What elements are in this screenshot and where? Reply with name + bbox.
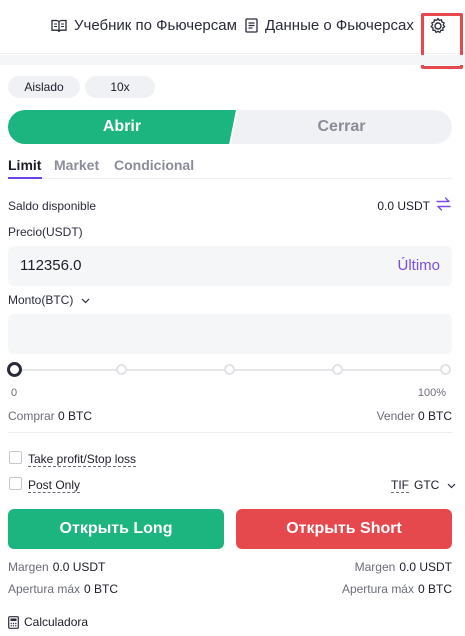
- long-margin-label: Margen: [8, 560, 49, 574]
- short-margin-value: 0.0 USDT: [399, 560, 452, 574]
- amount-label: Monto(BTC): [8, 293, 74, 307]
- futures-tutorial-link[interactable]: Учебник по Фьючерсам: [51, 17, 237, 34]
- slider-mark-25[interactable]: [116, 364, 127, 375]
- long-max-open-value: 0 BTC: [84, 582, 119, 596]
- last-price-button[interactable]: Último: [397, 257, 440, 274]
- divider: [8, 432, 452, 433]
- slider-max-label: 100%: [417, 387, 446, 399]
- chevron-down-icon: [81, 298, 90, 304]
- calculator-icon: [8, 615, 19, 629]
- open-tab[interactable]: Abrir: [8, 110, 236, 144]
- tif-selector[interactable]: GTC: [414, 478, 456, 492]
- section-divider: [0, 55, 465, 65]
- leverage-button[interactable]: 10x: [85, 76, 155, 98]
- open-long-button[interactable]: Открыть Long: [8, 509, 224, 549]
- tab-conditional[interactable]: Condicional: [114, 157, 194, 173]
- short-margin-label: Margen: [354, 560, 396, 574]
- open-short-button[interactable]: Открыть Short: [236, 509, 452, 549]
- post-only-label[interactable]: Post Only: [28, 478, 81, 493]
- long-max-open: Apertura máx 0 BTC: [8, 582, 118, 596]
- close-tab[interactable]: Cerrar: [231, 110, 452, 144]
- price-value: 112356.0: [20, 257, 82, 274]
- tpsl-label[interactable]: Take profit/Stop loss: [28, 452, 137, 467]
- post-only-checkbox[interactable]: [9, 477, 22, 490]
- long-margin-value: 0.0 USDT: [52, 560, 106, 574]
- tab-limit[interactable]: Limit: [8, 157, 41, 173]
- active-tab-indicator: [8, 177, 42, 179]
- tpsl-checkbox[interactable]: [9, 451, 22, 464]
- tif-label: TIF: [391, 478, 409, 493]
- top-bar: Учебник по Фьючерсам Данные о Фьючерсах: [0, 0, 465, 69]
- futures-data-label: Данные о Фьючерсах: [265, 17, 414, 34]
- margin-mode-button[interactable]: Aislado: [8, 76, 80, 98]
- slider-min-label: 0: [11, 387, 18, 399]
- document-icon: [245, 18, 258, 33]
- open-close-toggle: Cerrar Abrir: [8, 110, 452, 144]
- price-label: Precio(USDT): [8, 225, 83, 239]
- long-margin: Margen 0.0 USDT: [8, 560, 105, 574]
- long-max-open-label: Apertura máx: [8, 582, 81, 596]
- futures-tutorial-label: Учебник по Фьючерсам: [74, 17, 237, 34]
- sell-label: Vender: [376, 409, 415, 423]
- calculator-button[interactable]: Calculadora: [8, 615, 88, 629]
- sell-amount: Vender 0 BTC: [377, 409, 452, 423]
- short-max-open-label: Apertura máx: [341, 582, 414, 596]
- sell-value: 0 BTC: [417, 409, 452, 423]
- price-input[interactable]: 112356.0 Último: [8, 246, 452, 286]
- amount-unit-selector[interactable]: Monto(BTC): [8, 293, 90, 307]
- slider-mark-100[interactable]: [440, 364, 451, 375]
- short-max-open-value: 0 BTC: [417, 582, 452, 596]
- buy-label: Comprar: [8, 409, 55, 423]
- slider-mark-50[interactable]: [224, 364, 235, 375]
- slider-mark-75[interactable]: [332, 364, 343, 375]
- buy-value: 0 BTC: [58, 409, 93, 423]
- tab-market[interactable]: Market: [54, 157, 99, 173]
- balance-label: Saldo disponible: [8, 199, 97, 213]
- short-margin: Margen 0.0 USDT: [355, 560, 452, 574]
- calculator-label: Calculadora: [24, 615, 89, 629]
- slider-handle[interactable]: [7, 362, 22, 377]
- buy-amount: Comprar 0 BTC: [8, 409, 92, 423]
- chevron-down-icon: [447, 483, 456, 489]
- tif-value: GTC: [414, 478, 440, 492]
- futures-data-link[interactable]: Данные о Фьючерсах: [245, 17, 414, 34]
- order-type-tabs: Limit Market Condicional: [8, 157, 452, 179]
- amount-input[interactable]: [8, 314, 452, 354]
- book-icon: [51, 19, 67, 32]
- short-max-open: Apertura máx 0 BTC: [342, 582, 452, 596]
- transfer-icon[interactable]: [436, 197, 451, 211]
- balance-value: 0.0 USDT: [377, 199, 430, 213]
